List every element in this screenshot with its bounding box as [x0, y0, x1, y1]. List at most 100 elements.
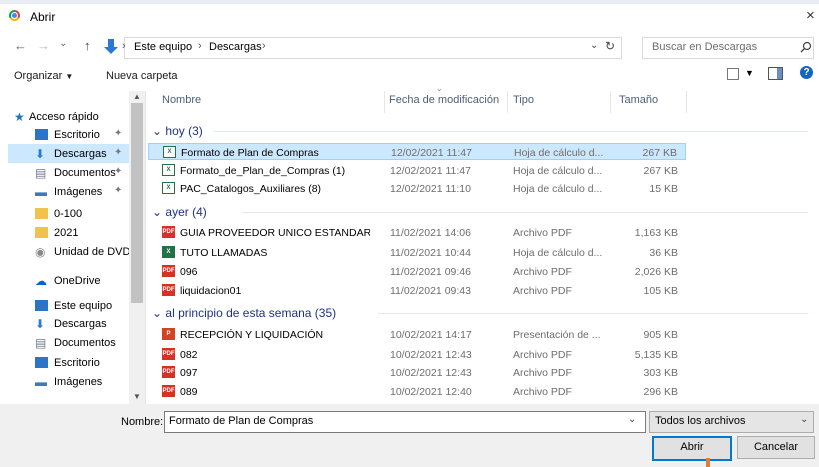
file-size: 905 KB — [643, 329, 678, 341]
back-arrow-icon[interactable]: ← — [14, 38, 27, 53]
file-type: Archivo PDF — [513, 367, 572, 379]
file-type: Hoja de cálculo d... — [513, 165, 603, 177]
file-date: 12/02/2021 11:47 — [390, 165, 471, 177]
file-row[interactable]: PDF 097 10/02/2021 12:43 Archivo PDF 303 KB — [148, 364, 686, 381]
file-name: liquidacion01 — [180, 285, 242, 297]
breadcrumb-este-equipo[interactable]: Este equipo — [134, 41, 192, 53]
chevron-down-icon[interactable]: ⌄ — [800, 414, 808, 425]
sidebar-item[interactable]: 2021 — [8, 223, 136, 242]
column-header-date[interactable]: Fecha de modificación — [389, 94, 499, 106]
preview-pane-icon[interactable] — [768, 67, 783, 80]
column-divider[interactable] — [384, 91, 385, 113]
chevron-down-icon: ⌄ — [152, 306, 166, 320]
file-name: 096 — [180, 266, 198, 278]
column-header-type[interactable]: Tipo — [513, 94, 534, 106]
file-row[interactable]: PDF liquidacion01 11/02/2021 09:43 Archivo … — [148, 282, 686, 299]
column-divider[interactable] — [507, 91, 508, 113]
file-date: 11/02/2021 14:06 — [390, 227, 471, 239]
sidebar-item[interactable]: ▤ Documentos ✦ — [8, 163, 136, 182]
sidebar-item[interactable]: ◉ Unidad de DVD R — [8, 242, 141, 261]
sidebar-item[interactable]: ⬇ Descargas ✦ — [8, 144, 136, 163]
file-name: 082 — [180, 349, 198, 361]
group-label: ayer (4) — [165, 205, 207, 219]
caret-down-icon[interactable]: ▼ — [745, 68, 754, 78]
chevron-down-icon[interactable]: ⌄ — [590, 40, 598, 51]
sidebar-item[interactable]: ⬇ Descargas — [8, 314, 136, 333]
breadcrumb-descargas[interactable]: Descargas — [209, 41, 262, 53]
recent-locations-icon[interactable]: ⌄ — [59, 38, 67, 49]
sidebar-item-label: 2021 — [54, 227, 79, 239]
file-type: Hoja de cálculo d... — [513, 247, 603, 259]
group-header[interactable]: ⌄ al principio de esta semana (35) — [152, 306, 336, 320]
filename-input[interactable]: Formato de Plan de Compras — [169, 415, 313, 427]
download-icon: ⬇ — [35, 317, 46, 331]
pictures-icon: ▬ — [35, 375, 47, 389]
column-header-name[interactable]: Nombre — [162, 94, 201, 106]
sidebar-item-label: Descargas — [54, 318, 107, 330]
up-arrow-icon[interactable]: ↑ — [84, 38, 91, 53]
open-button[interactable]: Abrir — [652, 436, 732, 461]
scroll-down-icon[interactable]: ▼ — [133, 392, 141, 401]
sidebar-item[interactable]: Escritorio — [8, 353, 136, 372]
file-row[interactable]: PDF GUIA PROVEEDOR UNICO ESTANDARIZA... 11… — [148, 224, 686, 241]
sidebar-item-label: OneDrive — [54, 275, 101, 287]
file-row[interactable]: X Formato de Plan de Compras 12/02/2021 11… — [148, 143, 686, 160]
breadcrumb-separator-icon: › — [122, 40, 126, 52]
view-options-icon[interactable] — [727, 68, 739, 80]
file-row[interactable]: PDF 089 10/02/2021 12:40 Archivo PDF 296 KB — [148, 383, 686, 400]
sidebar-item[interactable]: 0-100 — [8, 204, 136, 223]
sidebar-item[interactable]: Escritorio ✦ — [8, 125, 136, 144]
pin-icon[interactable]: ✦ — [114, 166, 122, 177]
file-date: 11/02/2021 10:44 — [390, 247, 471, 259]
group-divider — [378, 313, 808, 314]
column-header-size[interactable]: Tamaño — [619, 94, 658, 106]
file-row[interactable]: PDF 082 10/02/2021 12:43 Archivo PDF 5,135 K… — [148, 346, 686, 363]
file-row[interactable]: X PAC_Catalogos_Auxiliares (8) 12/02/2021 … — [148, 180, 686, 197]
sidebar-item-label: Imágenes — [54, 376, 103, 388]
file-size: 303 KB — [643, 367, 678, 379]
group-label: al principio de esta semana (35) — [165, 306, 337, 320]
sidebar-item[interactable]: ★ Acceso rápido — [8, 107, 136, 126]
sidebar-item[interactable]: ▬ Imágenes — [8, 372, 136, 391]
caret-down-icon: ▼ — [65, 72, 74, 81]
organize-menu[interactable]: Organizar ▼ — [14, 70, 73, 82]
search-icon[interactable] — [800, 41, 812, 53]
column-divider[interactable] — [686, 91, 687, 113]
navigation-pane: ★ Acceso rápido Escritorio ✦ ⬇ Descargas ✦ ▤ Doc… — [8, 91, 146, 404]
sort-indicator-icon: ⌄ — [436, 84, 443, 93]
file-row[interactable]: PDF 096 11/02/2021 09:46 Archivo PDF 2,026 K… — [148, 263, 686, 280]
file-name: Formato_de_Plan_de_Compras (1) — [180, 165, 346, 177]
sidebar-item[interactable]: ☁ OneDrive — [8, 271, 136, 290]
file-size: 296 KB — [643, 386, 678, 398]
column-divider[interactable] — [610, 91, 611, 113]
new-folder-button[interactable]: Nueva carpeta — [106, 70, 178, 82]
sidebar-item[interactable]: ▬ Imágenes ✦ — [8, 182, 136, 201]
close-icon[interactable]: × — [806, 7, 815, 24]
pin-icon[interactable]: ✦ — [114, 185, 122, 196]
sidebar-scroll-thumb[interactable] — [131, 103, 143, 303]
file-row[interactable]: P RECEPCIÓN Y LIQUIDACIÓN 10/02/2021 14:17… — [148, 326, 686, 343]
group-header[interactable]: ⌄ ayer (4) — [152, 205, 207, 219]
group-header[interactable]: ⌄ hoy (3) — [152, 124, 203, 138]
search-input[interactable]: Buscar en Descargas — [652, 41, 757, 53]
file-type: Hoja de cálculo d... — [513, 183, 603, 195]
pin-icon[interactable]: ✦ — [114, 147, 122, 158]
sidebar-item-label: Este equipo — [54, 300, 113, 312]
pin-icon[interactable]: ✦ — [114, 128, 122, 139]
sidebar-item[interactable]: ▤ Documentos — [8, 333, 136, 352]
scroll-up-icon[interactable]: ▲ — [133, 92, 141, 101]
file-size: 267 KB — [642, 147, 677, 159]
chevron-down-icon[interactable]: ⌄ — [628, 414, 636, 425]
cancel-button[interactable]: Cancelar — [737, 436, 815, 459]
file-row[interactable]: X Formato_de_Plan_de_Compras (1) 12/02/202… — [148, 162, 686, 179]
refresh-icon[interactable]: ↻ — [605, 39, 615, 53]
forward-arrow-icon[interactable]: → — [37, 38, 50, 53]
sidebar-item-label: Descargas — [54, 148, 107, 160]
file-row[interactable]: X TUTO LLAMADAS 11/02/2021 10:44 Hoja de cá… — [148, 244, 686, 261]
desktop-icon — [35, 357, 48, 368]
file-size: 105 KB — [643, 285, 678, 297]
cloud-icon: ☁ — [35, 274, 47, 288]
help-icon[interactable]: ? — [800, 66, 813, 79]
pdf-icon: PDF — [162, 284, 175, 296]
sidebar-item[interactable]: Este equipo — [8, 296, 136, 315]
